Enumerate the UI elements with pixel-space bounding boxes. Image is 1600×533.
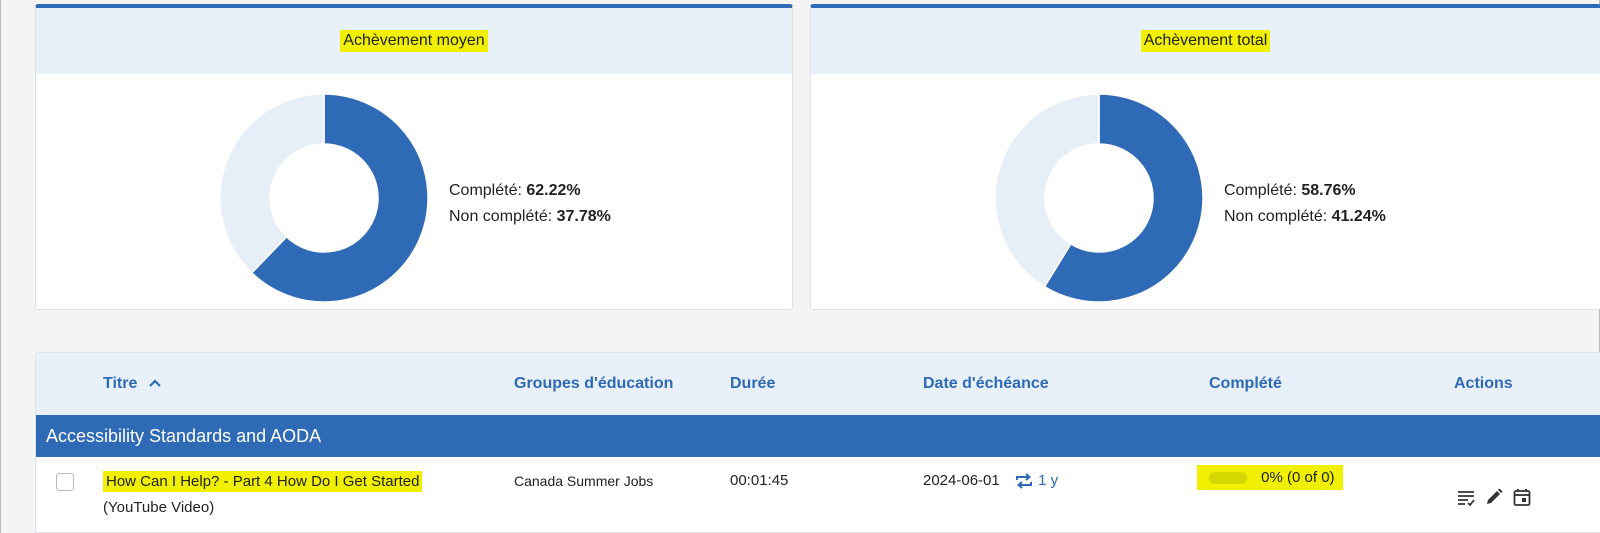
total-completion-donut <box>994 93 1204 303</box>
total-completion-header: Achèvement total <box>811 8 1600 74</box>
row-completed-text: 0% (0 of 0) <box>1261 469 1335 486</box>
row-completed-cell: 0% (0 of 0) <box>1197 465 1343 490</box>
average-completion-header: Achèvement moyen <box>36 8 792 74</box>
legend-completed: Complété: 58.76% <box>1224 182 1356 199</box>
header-completed[interactable]: Complété <box>1209 375 1282 393</box>
row-due-date: 2024-06-01 <box>923 472 1000 489</box>
total-completion-card: Achèvement total Complété: 58.76% Non co… <box>810 4 1600 310</box>
row-completed-highlight: 0% (0 of 0) <box>1197 465 1343 490</box>
sort-title-header[interactable]: Titre <box>103 375 162 393</box>
group-name: Accessibility Standards and AODA <box>46 425 322 446</box>
header-due-date[interactable]: Date d'échéance <box>923 375 1049 393</box>
row-title-cell: How Can I Help? - Part 4 How Do I Get St… <box>103 469 423 521</box>
courses-table: Titre Groupes d'éducation Durée Date d'é… <box>35 352 1600 533</box>
donut-slice-non-compl-t- <box>219 93 325 274</box>
row-subtitle: (YouTube Video) <box>103 499 215 516</box>
legend-completed: Complété: 62.22% <box>449 182 581 199</box>
row-duration: 00:01:45 <box>730 472 789 489</box>
legend-not-completed: Non complété: 41.24% <box>1224 208 1386 225</box>
row-checkbox[interactable] <box>56 473 74 491</box>
average-completion-legend: Complété: 62.22% Non complété: 37.78% <box>449 178 611 230</box>
table-row: How Can I Help? - Part 4 How Do I Get St… <box>36 457 1600 532</box>
recurrence-link[interactable]: 1 y <box>1014 472 1058 489</box>
repeat-icon <box>1015 473 1032 489</box>
total-completion-body: Complété: 58.76% Non complété: 41.24% <box>811 74 1600 309</box>
sort-ascending-icon <box>149 379 161 387</box>
total-completion-title: Achèvement total <box>1140 30 1271 52</box>
header-actions: Actions <box>1454 375 1513 392</box>
row-group: Canada Summer Jobs <box>514 473 654 489</box>
average-completion-body: Complété: 62.22% Non complété: 37.78% <box>36 74 792 309</box>
average-completion-title: Achèvement moyen <box>340 30 488 52</box>
average-completion-donut <box>219 93 429 303</box>
row-progress-bar <box>1209 472 1247 485</box>
table-header: Titre Groupes d'éducation Durée Date d'é… <box>36 353 1600 415</box>
group-row: Accessibility Standards and AODA <box>36 415 1600 457</box>
row-due-date-cell: 2024-06-01 1 y <box>923 472 1058 490</box>
calendar-icon[interactable] <box>1512 487 1532 507</box>
legend-not-completed: Non complété: 37.78% <box>449 208 611 225</box>
view-list-icon[interactable] <box>1456 488 1476 508</box>
total-completion-legend: Complété: 58.76% Non complété: 41.24% <box>1224 178 1386 230</box>
header-duration[interactable]: Durée <box>730 375 775 393</box>
edit-pencil-icon[interactable] <box>1484 487 1504 507</box>
header-groups[interactable]: Groupes d'éducation <box>514 375 673 393</box>
row-title-link[interactable]: How Can I Help? - Part 4 How Do I Get St… <box>103 471 423 492</box>
average-completion-card: Achèvement moyen Complété: 62.22% Non co… <box>35 4 793 310</box>
